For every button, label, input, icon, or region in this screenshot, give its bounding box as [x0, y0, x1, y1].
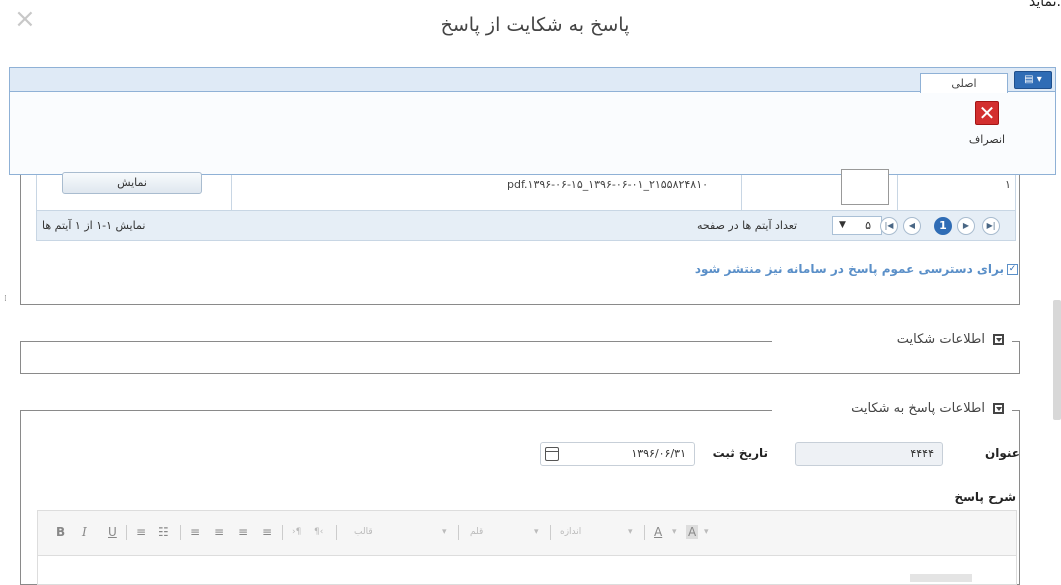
- clipped-text: نماید.: [1029, 0, 1061, 10]
- chevron-down-icon: ▾: [628, 527, 633, 537]
- cell-divider: [231, 175, 232, 210]
- chevron-down-icon: ▾: [672, 527, 677, 537]
- toolbar-separator: [458, 525, 459, 540]
- publish-checkbox-row[interactable]: ✓برای دسترسی عموم پاسخ در سامانه نیز منت…: [620, 262, 1018, 276]
- chevron-down-icon: ▼: [839, 220, 846, 230]
- row-number: ۱: [1005, 178, 1011, 191]
- cell-divider: [741, 175, 742, 210]
- editor-element: [910, 574, 972, 582]
- format-select[interactable]: قالب: [354, 527, 373, 537]
- close-dialog-icon[interactable]: ×: [14, 6, 36, 32]
- ltr-button[interactable]: ›¶: [292, 527, 301, 537]
- bullet-list-button[interactable]: ☷: [158, 525, 169, 539]
- toolbar-separator: [282, 525, 283, 540]
- toolbar-separator: [550, 525, 551, 540]
- font-color-button[interactable]: A: [654, 525, 662, 539]
- toolbar-separator: [126, 525, 127, 540]
- editor-toolbar: B I U ≡ ☷ ≡ ≡ ≡ ≡ ›¶ ¶‹ قالب ▾ قلم ▾ اند…: [37, 510, 1017, 555]
- page-size-value: ۵: [865, 219, 871, 232]
- description-label: شرح پاسخ: [954, 490, 1016, 504]
- rtl-button[interactable]: ¶‹: [314, 527, 323, 537]
- chevron-down-icon: ▾: [442, 527, 447, 537]
- align-center-button[interactable]: ≡: [214, 525, 224, 539]
- page-1-button[interactable]: 1: [934, 217, 952, 235]
- description-editor[interactable]: [37, 555, 1017, 585]
- pager: نمایش ۱-۱ از ۱ آیتم ها تعداد آیتم ها در …: [36, 211, 1016, 241]
- cancel-button[interactable]: ✕ انصراف: [963, 101, 1011, 159]
- date-label: تاریخ ثبت: [712, 446, 768, 460]
- date-field[interactable]: ۱۳۹۶/۰۶/۳۱: [540, 442, 695, 466]
- align-right-button[interactable]: ≡: [238, 525, 248, 539]
- size-select[interactable]: اندازه: [560, 527, 581, 537]
- ordered-list-button[interactable]: ≡: [136, 525, 146, 539]
- tab-main[interactable]: اصلی: [920, 73, 1008, 93]
- prev-page-button[interactable]: ◀: [903, 217, 921, 235]
- vertical-scrollbar[interactable]: [1053, 300, 1061, 420]
- publish-checkbox[interactable]: ✓: [1007, 264, 1018, 275]
- font-select[interactable]: قلم: [470, 527, 483, 537]
- publish-checkbox-label: برای دسترسی عموم پاسخ در سامانه نیز منتش…: [694, 262, 1004, 276]
- ribbon-menu-button[interactable]: ▤ ▾: [1014, 71, 1052, 89]
- chevron-down-icon: ▾: [534, 527, 539, 537]
- show-file-button[interactable]: نمایش: [62, 172, 202, 194]
- toolbar-separator: [644, 525, 645, 540]
- dialog-title: پاسخ به شکایت از پاسخ: [440, 14, 630, 36]
- align-left-button[interactable]: ≡: [190, 525, 200, 539]
- complaint-info-legend[interactable]: اطلاعات شکایت: [772, 332, 1012, 347]
- chevron-down-icon: ▾: [704, 527, 709, 537]
- ribbon-tab-bar: ▤ ▾ اصلی: [10, 68, 1055, 93]
- underline-button[interactable]: U: [108, 525, 117, 539]
- title-field[interactable]: ۴۴۴۴: [795, 442, 943, 466]
- ribbon: ▤ ▾ اصلی ✕ انصراف: [9, 67, 1056, 175]
- page-size-select[interactable]: ▼ ۵: [832, 216, 882, 235]
- toolbar-separator: [336, 525, 337, 540]
- cancel-label: انصراف: [968, 133, 1006, 146]
- italic-button[interactable]: I: [82, 525, 87, 539]
- table-row: نمایش pdf.۱۳۹۶-۰۶-۱۵_۱۳۹۶-۰۶-۰۱_۲۱۵۵۸۲۴۸…: [36, 169, 1016, 211]
- response-info-legend[interactable]: اطلاعات پاسخ به شکایت: [772, 401, 1012, 416]
- collapse-icon: [993, 403, 1004, 414]
- close-icon: ✕: [975, 101, 999, 125]
- items-per-page-label: تعداد آیتم ها در صفحه: [697, 219, 798, 232]
- bold-button[interactable]: B: [56, 525, 65, 539]
- toolbar-separator: [180, 525, 181, 540]
- cell-divider: [897, 175, 898, 210]
- last-page-button[interactable]: ▶|: [982, 217, 1000, 235]
- pager-info: نمایش ۱-۱ از ۱ آیتم ها: [42, 219, 146, 232]
- calendar-icon[interactable]: [545, 447, 559, 461]
- legend-label: اطلاعات پاسخ به شکایت: [851, 401, 985, 416]
- legend-label: اطلاعات شکایت: [896, 332, 985, 347]
- next-page-button[interactable]: ▶: [957, 217, 975, 235]
- file-thumbnail: [841, 169, 889, 205]
- file-name: pdf.۱۳۹۶-۰۶-۱۵_۱۳۹۶-۰۶-۰۱_۲۱۵۵۸۲۴۸۱۰: [507, 178, 709, 191]
- collapse-icon: [993, 334, 1004, 345]
- resize-handle[interactable]: ⁞: [4, 294, 7, 304]
- justify-button[interactable]: ≡: [262, 525, 272, 539]
- date-value: ۱۳۹۶/۰۶/۳۱: [631, 447, 686, 460]
- background-color-button[interactable]: A: [686, 525, 699, 539]
- title-label: عنوان: [985, 446, 1020, 460]
- first-page-button[interactable]: |◀: [880, 217, 898, 235]
